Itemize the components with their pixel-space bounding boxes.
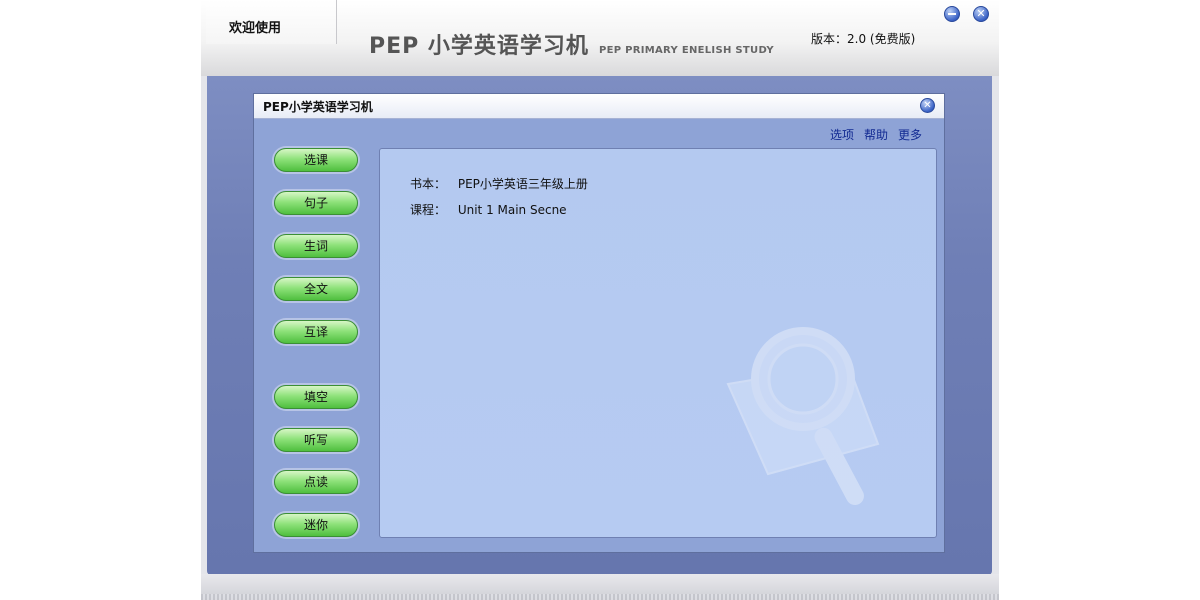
resize-grip — [201, 594, 999, 600]
app-header: 欢迎使用 PEP 小学英语学习机 PEP PRIMARY ENELISH STU… — [201, 0, 999, 76]
book-value: PEP小学英语三年级上册 — [457, 177, 588, 191]
study-dialog: PEP小学英语学习机 ✕ 选项 帮助 更多 选课 句子 生词 全文 互译 填空 … — [253, 93, 945, 553]
welcome-tab: 欢迎使用 — [206, 0, 337, 44]
full-text-button[interactable]: 全文 — [274, 277, 358, 301]
lesson-label: 课程： — [410, 203, 447, 217]
dictation-button[interactable]: 听写 — [274, 428, 358, 452]
dialog-titlebar: PEP小学英语学习机 ✕ — [254, 94, 944, 119]
welcome-text: 欢迎使用 — [229, 21, 282, 36]
magnifier-watermark-icon — [726, 327, 880, 506]
app-window: 欢迎使用 PEP 小学英语学习机 PEP PRIMARY ENELISH STU… — [201, 0, 999, 600]
link-more[interactable]: 更多 — [898, 126, 922, 143]
translate-button[interactable]: 互译 — [274, 320, 358, 344]
vocabulary-button[interactable]: 生词 — [274, 234, 358, 258]
mini-button[interactable]: 迷你 — [274, 513, 358, 537]
dialog-title: PEP小学英语学习机 — [263, 100, 373, 114]
content-panel: 书本： PEP小学英语三年级上册 课程： Unit 1 Main Secne — [379, 148, 937, 538]
minimize-button[interactable] — [944, 6, 960, 22]
close-icon: ✕ — [976, 7, 986, 20]
point-read-button[interactable]: 点读 — [274, 470, 358, 494]
fill-blank-button[interactable]: 填空 — [274, 385, 358, 409]
link-help[interactable]: 帮助 — [864, 126, 888, 143]
top-links: 选项 帮助 更多 — [830, 126, 922, 143]
lesson-row: 课程： Unit 1 Main Secne — [410, 201, 567, 218]
logo-subtitle: PEP PRIMARY ENELISH STUDY — [598, 45, 774, 56]
book-label: 书本： — [410, 177, 447, 191]
link-options[interactable]: 选项 — [830, 126, 854, 143]
dialog-close-button[interactable]: ✕ — [920, 98, 935, 113]
lesson-value: Unit 1 Main Secne — [457, 203, 567, 217]
close-icon: ✕ — [923, 100, 932, 111]
book-row: 书本： PEP小学英语三年级上册 — [410, 175, 588, 192]
select-lesson-button[interactable]: 选课 — [274, 148, 358, 172]
app-logo: PEP 小学英语学习机 PEP PRIMARY ENELISH STUDY — [369, 28, 774, 60]
version-label: 版本：2.0 (免费版) — [811, 32, 916, 46]
bottom-bar — [201, 574, 999, 600]
close-button[interactable]: ✕ — [973, 6, 989, 22]
logo-title: PEP 小学英语学习机 — [369, 34, 589, 59]
sentence-button[interactable]: 句子 — [274, 191, 358, 215]
minimize-icon — [948, 13, 956, 15]
